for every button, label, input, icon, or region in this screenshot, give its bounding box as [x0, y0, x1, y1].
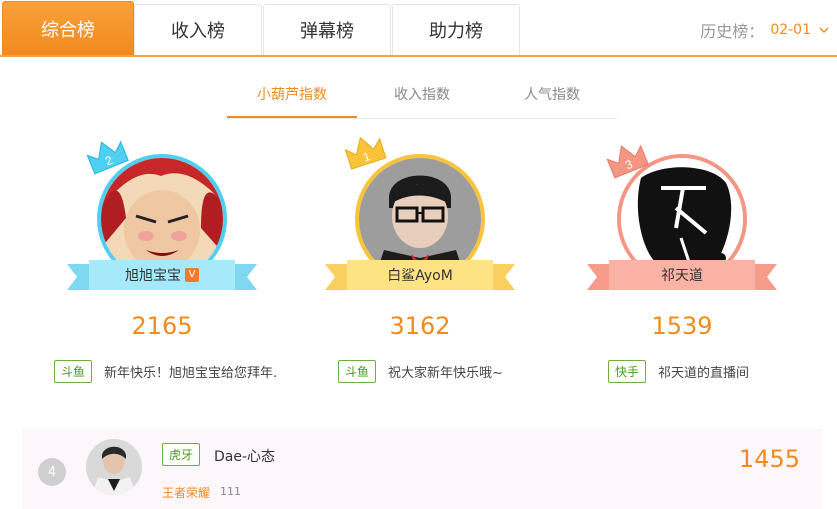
- streamer-score: 1539: [651, 312, 713, 340]
- tab-danmaku[interactable]: 弹幕榜: [263, 4, 391, 55]
- chevron-down-icon[interactable]: [819, 23, 829, 37]
- game-category[interactable]: 王者荣耀: [162, 484, 210, 501]
- rank-badge: 4: [38, 458, 66, 486]
- streamer-name-block: 祁天道: [587, 260, 777, 290]
- subtab-hulu-index[interactable]: 小葫芦指数: [227, 84, 357, 104]
- room-title[interactable]: 祁天道的直播间: [658, 362, 749, 381]
- history-selector[interactable]: 历史榜： 02-01: [700, 18, 829, 42]
- index-subtabs: 小葫芦指数 收入指数 人气指数: [227, 72, 617, 119]
- subtab-income-index[interactable]: 收入指数: [357, 84, 487, 104]
- tab-overall[interactable]: 综合榜: [2, 1, 134, 55]
- streamer-score: 3162: [389, 312, 451, 340]
- room-description: 快手 祁天道的直播间: [608, 360, 837, 383]
- ranking-row[interactable]: 4 虎牙 Dae-心态 王者荣耀 111 1455: [22, 429, 822, 509]
- room-title[interactable]: 新年快乐！旭旭宝宝给您拜年.: [104, 362, 277, 381]
- history-label: 历史榜：: [700, 22, 765, 41]
- platform-tag: 虎牙: [162, 443, 201, 466]
- active-subtab-underline: [227, 116, 357, 118]
- photo-avatar-image: [86, 439, 142, 495]
- verified-badge: V: [185, 268, 199, 282]
- avatar[interactable]: [86, 439, 142, 495]
- streamer-name-block: 旭旭宝宝 V: [67, 260, 257, 290]
- history-date-value[interactable]: 02-01: [770, 22, 811, 38]
- ranking-tabs-bar: 综合榜 收入榜 弹幕榜 助力榜 历史榜： 02-01: [0, 0, 837, 57]
- platform-tag: 斗鱼: [338, 360, 377, 383]
- room-title[interactable]: 祝大家新年快乐哦~: [388, 362, 503, 381]
- streamer-name-block: 白鲨AyoM: [325, 260, 515, 290]
- streamer-score: 2165: [131, 312, 193, 340]
- room-description: 斗鱼 祝大家新年快乐哦~: [338, 360, 580, 383]
- platform-tag: 快手: [608, 360, 647, 383]
- tab-support[interactable]: 助力榜: [392, 4, 520, 55]
- streamer-name[interactable]: 白鲨AyoM: [387, 265, 453, 285]
- podium-second: 2 旭旭宝宝 V 2165 斗鱼 新年快乐！旭旭宝宝给您拜年.: [42, 132, 282, 392]
- streamer-name[interactable]: 祁天道: [661, 265, 703, 285]
- streamer-name[interactable]: Dae-心态: [214, 446, 275, 466]
- podium-first: 1 白鲨AyoM 3162 斗鱼 祝大家新年快乐哦~: [300, 132, 540, 392]
- podium-third: 3 祁天道 1539 快手 祁天道的直播间: [562, 132, 802, 392]
- streamer-score: 1455: [738, 445, 800, 473]
- viewer-count: 111: [220, 485, 241, 498]
- tab-income[interactable]: 收入榜: [134, 4, 262, 55]
- platform-tag: 斗鱼: [54, 360, 93, 383]
- subtab-popularity-index[interactable]: 人气指数: [487, 84, 617, 104]
- streamer-name[interactable]: 旭旭宝宝: [125, 265, 181, 285]
- room-description: 斗鱼 新年快乐！旭旭宝宝给您拜年.: [54, 360, 322, 383]
